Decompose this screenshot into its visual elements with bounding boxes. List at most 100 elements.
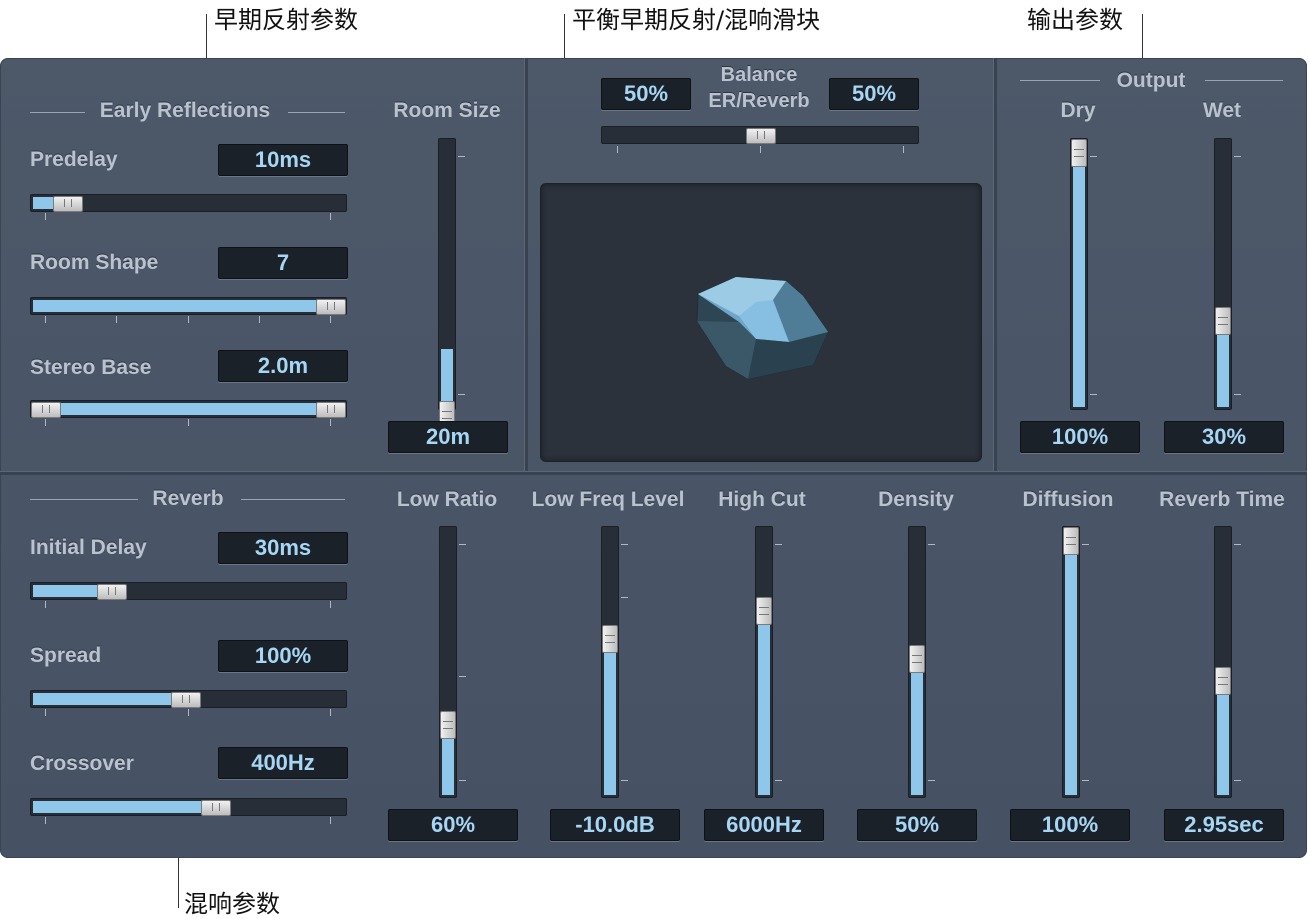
reverb-time-value-field[interactable]: 2.95sec <box>1164 809 1284 841</box>
low-ratio-fader[interactable] <box>439 526 457 798</box>
wet-fader-thumb[interactable] <box>1215 307 1231 335</box>
output-title: Output <box>1116 69 1186 92</box>
dry-fader-thumb[interactable] <box>1071 139 1087 167</box>
diffusion-label: Diffusion <box>1022 488 1114 511</box>
tick <box>330 817 331 824</box>
tick <box>1234 780 1241 781</box>
crossover-slider[interactable] <box>30 798 347 816</box>
initial-delay-label: Initial Delay <box>30 536 147 559</box>
tick <box>330 213 331 220</box>
predelay-slider-thumb[interactable] <box>53 196 83 212</box>
high-cut-fader-thumb[interactable] <box>756 597 772 625</box>
high-cut-value-field[interactable]: 6000Hz <box>704 809 824 841</box>
low-freq-level-fader-thumb[interactable] <box>602 625 618 653</box>
divider <box>993 58 997 472</box>
tick <box>259 316 260 323</box>
diffusion-fader[interactable] <box>1062 526 1080 798</box>
tick <box>1234 544 1241 545</box>
spread-slider-thumb[interactable] <box>171 692 201 708</box>
dry-value-field[interactable]: 100% <box>1020 421 1140 453</box>
reverb-time-fader-thumb[interactable] <box>1215 667 1231 695</box>
low-freq-level-value-field[interactable]: -10.0dB <box>550 809 680 841</box>
tick <box>760 146 761 153</box>
stereo-base-slider-fill <box>53 403 321 415</box>
tick <box>458 394 465 395</box>
wet-value-field[interactable]: 30% <box>1164 421 1284 453</box>
tick <box>45 817 46 824</box>
tick <box>1090 394 1097 395</box>
low-ratio-value-field[interactable]: 60% <box>388 809 518 841</box>
room-size-label: Room Size <box>393 99 501 122</box>
initial-delay-slider-thumb[interactable] <box>97 584 127 600</box>
tick <box>1234 394 1241 395</box>
divider <box>524 58 528 472</box>
high-cut-fader[interactable] <box>755 526 773 798</box>
wet-label: Wet <box>1202 99 1242 122</box>
callout-early-reflections: 早期反射参数 <box>214 6 358 34</box>
crossover-value-field[interactable]: 400Hz <box>218 747 348 779</box>
balance-slider-thumb[interactable] <box>746 128 776 144</box>
tick <box>45 213 46 220</box>
crossover-slider-fill <box>33 801 205 813</box>
tick <box>775 544 782 545</box>
spread-value-field[interactable]: 100% <box>218 640 348 672</box>
tick <box>459 676 466 677</box>
callout-reverb: 混响参数 <box>184 890 280 918</box>
density-value-field[interactable]: 50% <box>857 809 977 841</box>
stereo-base-value-field[interactable]: 2.0m <box>218 350 348 382</box>
balance-er-value-field[interactable]: 50% <box>601 78 691 110</box>
room-size-fader[interactable] <box>438 138 456 429</box>
low-ratio-fader-thumb[interactable] <box>440 711 456 739</box>
initial-delay-value-field[interactable]: 30ms <box>218 532 348 564</box>
wet-fader[interactable] <box>1214 138 1232 410</box>
stereo-base-slider-left-thumb[interactable] <box>31 402 61 418</box>
tick <box>928 544 935 545</box>
dry-fader[interactable] <box>1070 138 1088 410</box>
early-reflections-title: Early Reflections <box>99 99 271 122</box>
low-ratio-label: Low Ratio <box>396 488 498 511</box>
section-rule <box>30 112 85 113</box>
high-cut-fader-fill <box>758 625 770 795</box>
tick <box>45 419 46 426</box>
callout-output: 输出参数 <box>1027 6 1123 34</box>
balance-er-reverb-slider[interactable] <box>601 126 919 144</box>
room-size-value-field[interactable]: 20m <box>388 421 508 453</box>
density-fader-thumb[interactable] <box>909 645 925 673</box>
stereo-base-slider[interactable] <box>30 400 347 418</box>
low-ratio-fader-fill <box>442 739 454 795</box>
tick <box>330 601 331 608</box>
density-fader[interactable] <box>908 526 926 798</box>
divider <box>0 471 1307 475</box>
diffusion-value-field[interactable]: 100% <box>1010 809 1130 841</box>
room-shape-graphic <box>696 276 829 380</box>
tick <box>1234 156 1241 157</box>
spread-slider[interactable] <box>30 690 347 708</box>
crossover-slider-thumb[interactable] <box>201 800 231 816</box>
spread-label: Spread <box>30 644 102 667</box>
reverb-time-label: Reverb Time <box>1159 488 1285 511</box>
spread-slider-fill <box>33 693 175 705</box>
stereo-base-slider-right-thumb[interactable] <box>316 402 346 418</box>
room-shape-slider-thumb[interactable] <box>316 299 346 315</box>
balance-er-reverb-label: ER/Reverb <box>708 90 810 112</box>
reverb-title: Reverb <box>152 487 224 510</box>
section-rule <box>30 499 138 500</box>
tick <box>330 316 331 323</box>
diffusion-fader-fill <box>1065 551 1077 795</box>
initial-delay-slider[interactable] <box>30 582 347 600</box>
room-shape-label: Room Shape <box>30 251 159 274</box>
density-fader-fill <box>911 673 923 795</box>
diffusion-fader-thumb[interactable] <box>1063 527 1079 555</box>
predelay-slider[interactable] <box>30 194 347 212</box>
reverb-time-fader[interactable] <box>1214 526 1232 798</box>
room-shape-value-field[interactable]: 7 <box>218 247 348 279</box>
room-shape-slider-fill <box>33 300 321 312</box>
tick <box>458 156 465 157</box>
tick <box>459 544 466 545</box>
predelay-value-field[interactable]: 10ms <box>218 144 348 176</box>
dry-fader-fill <box>1073 163 1085 407</box>
room-shape-slider[interactable] <box>30 297 347 315</box>
balance-reverb-value-field[interactable]: 50% <box>829 78 919 110</box>
room-size-fader-fill <box>441 349 453 407</box>
low-freq-level-fader[interactable] <box>601 526 619 798</box>
